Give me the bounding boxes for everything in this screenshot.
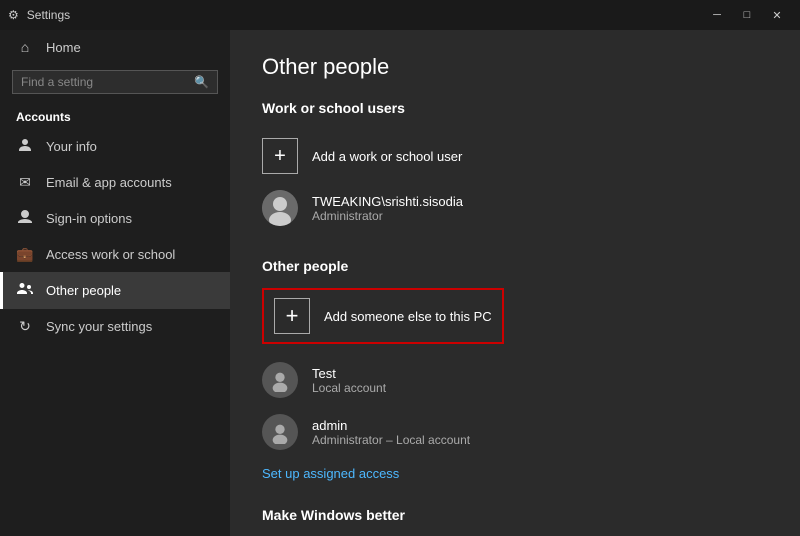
sidebar: ⌂ Home 🔍 Accounts Your info ✉ Email & ap… — [0, 30, 230, 536]
maximize-button[interactable]: □ — [732, 0, 762, 30]
other-people-section: Other people + Add someone else to this … — [262, 258, 768, 483]
sidebar-item-signin[interactable]: Sign-in options — [0, 200, 230, 237]
email-icon: ✉ — [16, 174, 34, 191]
add-work-school-button[interactable]: + Add a work or school user — [262, 130, 768, 182]
titlebar-controls: ─ □ ✕ — [702, 0, 792, 30]
sync-icon: ↻ — [16, 318, 34, 335]
home-icon: ⌂ — [16, 39, 34, 55]
sidebar-email-label: Email & app accounts — [46, 175, 172, 190]
sidebar-item-sync[interactable]: ↻ Sync your settings — [0, 309, 230, 344]
sidebar-signin-label: Sign-in options — [46, 211, 132, 226]
titlebar-title: Settings — [27, 8, 70, 22]
work-school-title: Work or school users — [262, 100, 768, 116]
add-person-icon: + — [274, 298, 310, 334]
sidebar-access-work-label: Access work or school — [46, 247, 175, 262]
page-title: Other people — [262, 54, 768, 80]
sidebar-item-email[interactable]: ✉ Email & app accounts — [0, 165, 230, 200]
other-people-icon — [16, 281, 34, 300]
minimize-button[interactable]: ─ — [702, 0, 732, 30]
sidebar-item-other-people[interactable]: Other people — [0, 272, 230, 309]
make-better-title: Make Windows better — [262, 507, 768, 523]
admin-user-text: admin Administrator – Local account — [312, 418, 470, 447]
admin-user-item[interactable]: admin Administrator – Local account — [262, 406, 768, 458]
add-someone-button[interactable]: + Add someone else to this PC — [262, 288, 504, 344]
other-people-title: Other people — [262, 258, 768, 274]
sidebar-item-access-work[interactable]: 💼 Access work or school — [0, 237, 230, 272]
search-icon: 🔍 — [194, 75, 209, 89]
sidebar-other-people-label: Other people — [46, 283, 121, 298]
work-icon: 💼 — [16, 246, 34, 263]
test-user-text: Test Local account — [312, 366, 386, 395]
accounts-section-label: Accounts — [0, 100, 230, 128]
search-input[interactable] — [21, 75, 188, 89]
content-area: Other people Work or school users + Add … — [230, 30, 800, 536]
close-button[interactable]: ✕ — [762, 0, 792, 30]
tweaking-user-text: TWEAKING\srishti.sisodia Administrator — [312, 194, 463, 223]
signin-icon — [16, 209, 34, 228]
sidebar-item-your-info[interactable]: Your info — [0, 128, 230, 165]
sidebar-sync-label: Sync your settings — [46, 319, 152, 334]
search-box[interactable]: 🔍 — [12, 70, 218, 94]
sidebar-home-label: Home — [46, 40, 81, 55]
titlebar: ⚙ Settings ─ □ ✕ — [0, 0, 800, 30]
settings-icon: ⚙ — [8, 8, 19, 22]
sidebar-your-info-label: Your info — [46, 139, 97, 154]
setup-assigned-access-link[interactable]: Set up assigned access — [262, 466, 399, 481]
user-avatar — [262, 190, 298, 226]
admin-user-avatar — [262, 414, 298, 450]
main-layout: ⌂ Home 🔍 Accounts Your info ✉ Email & ap… — [0, 30, 800, 536]
add-person-text: Add someone else to this PC — [324, 309, 492, 324]
make-windows-better-section: Make Windows better Give us feedback — [262, 507, 768, 536]
sidebar-item-home[interactable]: ⌂ Home — [0, 30, 230, 64]
test-user-avatar — [262, 362, 298, 398]
test-user-item[interactable]: Test Local account — [262, 354, 768, 406]
add-work-school-icon: + — [262, 138, 298, 174]
work-school-section: Work or school users + Add a work or sch… — [262, 100, 768, 234]
tweaking-user-item[interactable]: TWEAKING\srishti.sisodia Administrator — [262, 182, 768, 234]
add-work-school-text: Add a work or school user — [312, 149, 462, 164]
your-info-icon — [16, 137, 34, 156]
